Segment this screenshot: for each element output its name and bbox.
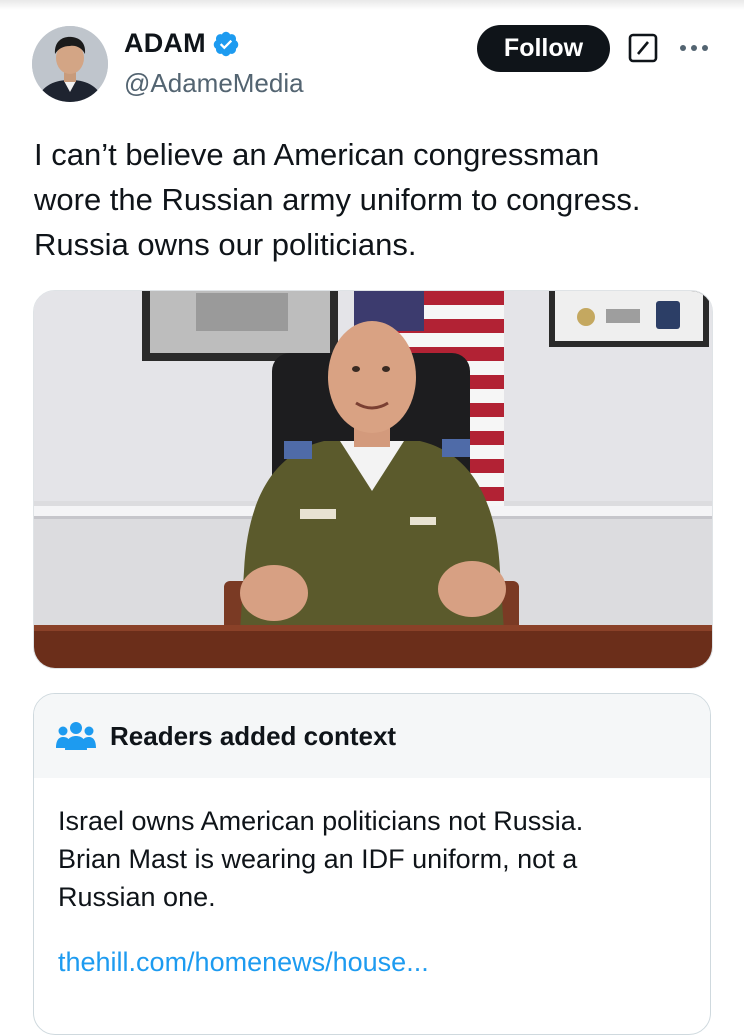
community-note-source-link[interactable]: thehill.com/homenews/house... bbox=[58, 947, 429, 978]
top-edge-shadow bbox=[0, 0, 744, 10]
name-row: ADAM bbox=[124, 28, 240, 59]
tweet-text: I can’t believe an American congressman … bbox=[34, 132, 724, 267]
photo-illustration bbox=[34, 291, 712, 668]
community-note-header: Readers added context bbox=[34, 694, 710, 778]
tweet-text-line: I can’t believe an American congressman bbox=[34, 137, 600, 172]
tweet-text-line: Russia owns our politicians. bbox=[34, 227, 417, 262]
avatar[interactable] bbox=[32, 26, 108, 102]
community-note-body: Israel owns American politicians not Rus… bbox=[58, 802, 688, 916]
community-note-card[interactable]: Readers added context Israel owns Americ… bbox=[33, 693, 711, 1035]
handle[interactable]: @AdameMedia bbox=[124, 68, 304, 99]
community-note-title: Readers added context bbox=[110, 720, 397, 751]
verified-badge-icon bbox=[212, 30, 240, 58]
tweet-media-photo[interactable] bbox=[33, 290, 713, 669]
community-note-line: Israel owns American politicians not Rus… bbox=[58, 806, 584, 836]
avatar-photo bbox=[32, 26, 108, 102]
people-icon bbox=[56, 720, 96, 752]
tweet-text-line: wore the Russian army uniform to congres… bbox=[34, 182, 641, 217]
community-note-line: Brian Mast is wearing an IDF uniform, no… bbox=[58, 844, 578, 874]
follow-button[interactable]: Follow bbox=[477, 25, 610, 72]
community-note-line: Russian one. bbox=[58, 882, 216, 912]
display-name[interactable]: ADAM bbox=[124, 28, 206, 59]
grok-icon[interactable] bbox=[628, 33, 658, 63]
more-options-icon[interactable] bbox=[676, 33, 712, 63]
